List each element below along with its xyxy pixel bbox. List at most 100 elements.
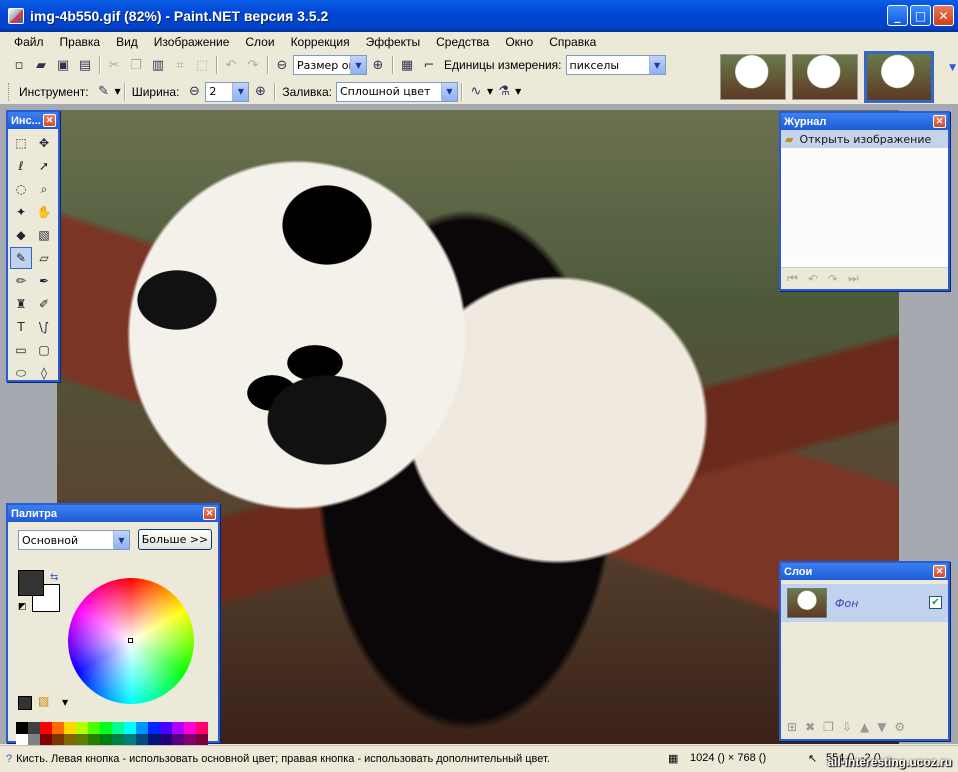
antialiasing-icon[interactable]: ∿ [465,81,487,103]
palette-swatch[interactable] [16,722,28,734]
rewind-icon[interactable]: ⏮ [787,271,798,286]
redo-icon[interactable]: ↷ [828,272,838,286]
line-curve-icon[interactable]: \∫ [33,316,55,338]
add-layer-icon[interactable]: ⊞ [787,720,797,734]
new-icon[interactable]: ▫ [8,54,30,76]
grid-icon[interactable]: ▦ [396,54,418,76]
image-tab-thumbnail[interactable] [720,53,786,100]
rectangle-select-icon[interactable]: ⬚ [10,132,32,154]
ellipse-select-icon[interactable]: ◌ [10,178,32,200]
zoom-out-icon[interactable]: ⊖ [271,54,293,76]
rectangle-icon[interactable]: ▭ [10,339,32,361]
close-icon[interactable]: ✕ [203,507,216,520]
menu-utilities[interactable]: Средства [428,32,497,52]
add-to-palette-icon[interactable] [18,696,32,710]
ellipse-icon[interactable]: ⬭ [10,362,32,384]
menu-file[interactable]: Файл [6,32,52,52]
rounded-rectangle-icon[interactable]: ▢ [33,339,55,361]
open-icon[interactable]: ▰ [30,54,52,76]
history-panel-title[interactable]: Журнал ✕ [781,113,948,130]
zoom-select[interactable]: Размер окн ▼ [293,55,367,75]
units-select[interactable]: пикселы ▼ [565,55,666,75]
image-tab-thumbnail-active[interactable] [864,50,934,103]
palette-swatch[interactable] [124,722,136,734]
maximize-button[interactable]: □ [910,5,931,26]
paintbrush-icon[interactable]: ✎ [10,247,32,269]
tools-panel-title[interactable]: Инс... ✕ [8,112,58,129]
reset-colors-icon[interactable]: ◩ [18,602,27,612]
palette-swatch[interactable] [28,722,40,734]
layers-panel-title[interactable]: Слои ✕ [781,563,948,580]
paintbrush-icon[interactable]: ✎ [93,81,115,103]
undo-icon[interactable]: ↶ [808,272,818,286]
color-wheel[interactable] [68,578,194,704]
layer-item[interactable]: Фон ✔ [781,584,948,622]
increase-width-icon[interactable]: ⊕ [249,81,271,103]
history-item[interactable]: ▰ Открыть изображение [781,130,948,148]
palette-mode-select[interactable]: Основной ▼ [18,530,130,550]
palette-swatch[interactable] [148,722,160,734]
paint-bucket-icon[interactable]: ◆ [10,224,32,246]
color-picker-icon[interactable]: ✒ [33,270,55,292]
swap-colors-icon[interactable]: ⇆ [50,572,58,583]
color-wheel-cursor[interactable] [128,638,133,643]
pan-icon[interactable]: ✋ [33,201,55,223]
redo-icon[interactable]: ↷ [242,54,264,76]
copy-icon[interactable]: ❐ [125,54,147,76]
cut-icon[interactable]: ✂ [103,54,125,76]
menu-effects[interactable]: Эффекты [358,32,429,52]
palette-swatch[interactable] [172,722,184,734]
text-icon[interactable]: T [10,316,32,338]
menu-adjustments[interactable]: Коррекция [283,32,358,52]
move-selected-icon[interactable]: ➚ [33,155,55,177]
menu-window[interactable]: Окно [497,32,541,52]
palette-panel-title[interactable]: Палитра ✕ [8,505,218,522]
print-icon[interactable]: ▤ [74,54,96,76]
layer-properties-icon[interactable]: ⚙ [894,720,905,734]
palette-swatch[interactable] [136,722,148,734]
clone-stamp-icon[interactable]: ♜ [10,293,32,315]
palette-swatch[interactable] [112,722,124,734]
palette-swatch[interactable] [160,722,172,734]
more-button[interactable]: Больше >> [138,529,212,550]
zoom-icon[interactable]: ⌕ [33,178,55,200]
toolbar-grip[interactable] [8,82,11,101]
menu-image[interactable]: Изображение [146,32,238,52]
menu-edit[interactable]: Правка [52,32,109,52]
chevron-down-icon[interactable]: ▼ [115,87,121,96]
chevron-down-icon[interactable]: ▼ [515,87,521,96]
close-icon[interactable]: ✕ [933,115,946,128]
palette-swatch[interactable] [52,722,64,734]
lasso-icon[interactable]: ℓ [10,155,32,177]
duplicate-layer-icon[interactable]: ❐ [823,720,834,734]
save-icon[interactable]: ▣ [52,54,74,76]
palette-swatch[interactable] [64,722,76,734]
image-tab-thumbnail[interactable] [792,53,858,100]
close-icon[interactable]: ✕ [933,565,946,578]
menu-layers[interactable]: Слои [237,32,282,52]
close-icon[interactable]: ✕ [43,114,56,127]
palette-swatch[interactable] [184,722,196,734]
palette-menu-icon[interactable]: ▧ [38,694,49,708]
chevron-down-icon[interactable]: ▼ [62,698,68,707]
move-selection-icon[interactable]: ✥ [33,132,55,154]
palette-swatch[interactable] [196,722,208,734]
merge-down-icon[interactable]: ⇩ [842,720,852,734]
palette-swatch[interactable] [88,722,100,734]
palette-swatch[interactable] [40,722,52,734]
crop-icon[interactable]: ⌗ [169,54,191,76]
delete-layer-icon[interactable]: ✖ [805,720,815,734]
undo-icon[interactable]: ↶ [220,54,242,76]
decrease-width-icon[interactable]: ⊖ [183,81,205,103]
close-button[interactable]: ✕ [933,5,954,26]
palette-swatch[interactable] [100,722,112,734]
fast-forward-icon[interactable]: ⏭ [848,271,859,286]
move-down-icon[interactable]: ▼ [877,720,886,734]
zoom-in-icon[interactable]: ⊕ [367,54,389,76]
minimize-button[interactable]: _ [887,5,908,26]
freeform-shape-icon[interactable]: ◊ [33,362,55,384]
chevron-down-icon[interactable]: ▼ [949,63,956,73]
paste-icon[interactable]: ▥ [147,54,169,76]
ruler-icon[interactable]: ⌐ [418,54,440,76]
magic-wand-icon[interactable]: ✦ [10,201,32,223]
